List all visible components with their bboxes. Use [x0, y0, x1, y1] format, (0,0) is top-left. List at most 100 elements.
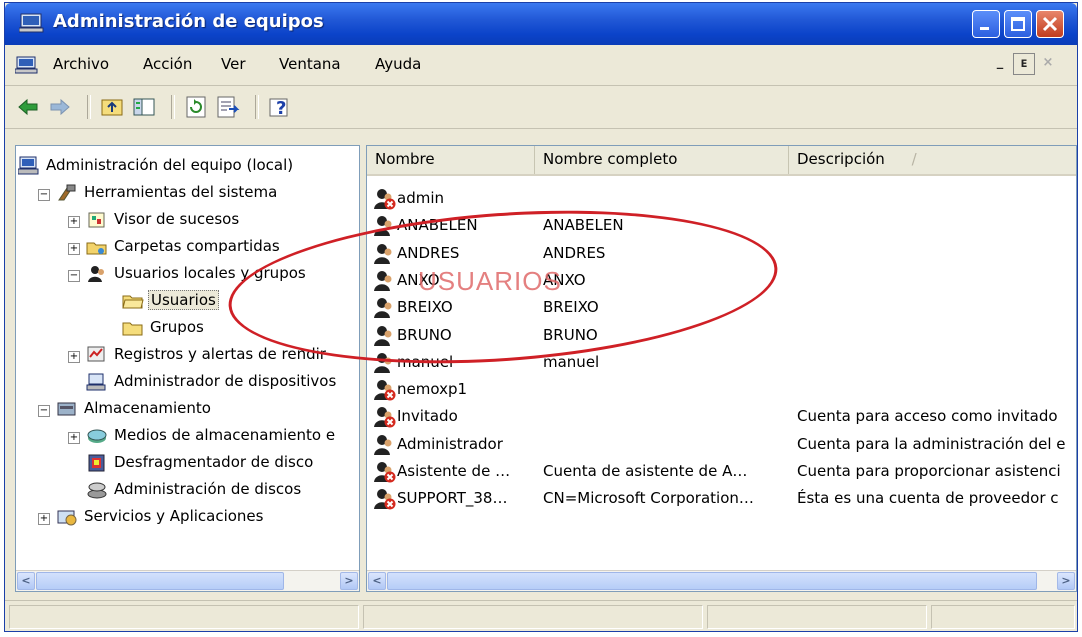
title-bar[interactable]: Administración de equipos	[5, 3, 1077, 45]
toolbar-separator	[255, 95, 259, 119]
refresh-icon[interactable]	[183, 94, 209, 120]
cell-descripcion: Cuenta para la administración del e	[797, 434, 1066, 453]
tree-item-label: Desfragmentador de disco	[114, 453, 314, 471]
disabled-user-icon	[373, 406, 397, 428]
menu-ver[interactable]: Ver	[221, 55, 246, 73]
tree-node-icon	[86, 480, 108, 500]
child-close-button[interactable]: ×	[1037, 53, 1059, 75]
list-row-user[interactable]: Invitado Cuenta para acceso como invitado	[367, 404, 1076, 431]
tree-node-icon	[86, 426, 108, 446]
status-segment	[9, 605, 359, 629]
expand-node-icon[interactable]: +	[38, 513, 50, 525]
tree-node-icon	[17, 156, 40, 176]
cell-nombre: nemoxp1	[397, 380, 468, 399]
cell-nombre-completo: CN=Microsoft Corporation…	[543, 489, 754, 508]
maximize-button[interactable]	[1004, 10, 1032, 38]
export-list-icon[interactable]	[215, 94, 241, 120]
child-minimize-button[interactable]: _	[989, 53, 1011, 75]
status-segment	[931, 605, 1075, 629]
cell-nombre: Asistente de …	[397, 462, 511, 480]
tree-item-label: Administración de discos	[114, 480, 302, 498]
tree-item-label: Usuarios	[148, 290, 219, 310]
minimize-button[interactable]	[972, 10, 1000, 38]
svg-text:?: ?	[276, 98, 286, 119]
console-tree-pane[interactable]: Administración del equipo (local) Herrami…	[15, 145, 360, 592]
tree-item-label: Medios de almacenamiento e	[114, 426, 336, 444]
tree-item-label: Carpetas compartidas	[114, 237, 280, 255]
system-menu-icon[interactable]	[15, 56, 39, 74]
toolbar: ?	[5, 86, 1077, 129]
column-header-nombre-completo[interactable]: Nombre completo	[535, 146, 789, 174]
tree-item-label: Herramientas del sistema	[84, 183, 278, 201]
cell-nombre: Invitado	[397, 407, 458, 426]
menu-ayuda[interactable]: Ayuda	[375, 55, 421, 73]
status-segment	[363, 605, 703, 629]
disabled-user-icon	[373, 488, 397, 510]
status-segment	[707, 605, 927, 629]
expand-node-icon[interactable]: +	[68, 243, 80, 255]
tree-item-label: Almacenamiento	[84, 399, 211, 417]
tree-item-label: Administrador de dispositivos	[114, 372, 337, 390]
tree-node-icon	[86, 237, 108, 257]
tree-node-icon	[122, 291, 144, 311]
cell-nombre: SUPPORT_38…	[397, 489, 508, 508]
tree-node-icon	[122, 318, 144, 338]
tree-node-icon	[56, 399, 78, 419]
list-row-user[interactable]: nemoxp1	[367, 377, 1076, 404]
details-pane[interactable]: Nombre Nombre completo Descripción / adm…	[366, 145, 1077, 592]
collapse-node-icon[interactable]: −	[68, 270, 80, 282]
cell-nombre: admin	[397, 189, 444, 207]
computer-management-icon	[19, 13, 44, 33]
window-title: Administración de equipos	[53, 11, 324, 32]
menu-accion[interactable]: Acción	[143, 55, 192, 73]
expand-node-icon[interactable]: +	[68, 216, 80, 228]
scroll-thumb[interactable]	[387, 572, 1037, 590]
list-row-user[interactable]: Administrador Cuenta para la administraci…	[367, 432, 1076, 459]
column-header-descripcion-label: Descripción	[797, 150, 885, 168]
cell-descripcion: Cuenta para proporcionar asistenci	[797, 462, 1061, 480]
tree-item-label: Administración del equipo (local)	[46, 156, 294, 174]
list-horizontal-scrollbar[interactable]: < >	[367, 570, 1076, 591]
toolbar-separator	[171, 95, 175, 119]
help-icon[interactable]: ?	[267, 94, 293, 120]
list-row-user[interactable]: Asistente de … Cuenta de asistente de A… C…	[367, 459, 1076, 486]
expand-node-icon[interactable]: +	[68, 351, 80, 363]
scroll-right-button[interactable]: >	[340, 572, 358, 590]
back-icon[interactable]	[15, 94, 41, 120]
forward-icon[interactable]	[47, 94, 73, 120]
tree-node-icon	[86, 372, 108, 392]
column-header-descripcion[interactable]: Descripción /	[789, 146, 1076, 174]
list-row-user[interactable]: SUPPORT_38… CN=Microsoft Corporation… Ésta…	[367, 486, 1076, 513]
tree-node-icon	[56, 183, 78, 203]
tree-node-icon	[56, 507, 78, 527]
disabled-user-icon	[373, 379, 397, 401]
toolbar-separator	[87, 95, 91, 119]
tree-node-icon	[86, 453, 108, 473]
collapse-node-icon[interactable]: −	[38, 189, 50, 201]
expand-node-icon[interactable]: +	[68, 432, 80, 444]
scroll-left-button[interactable]: <	[368, 572, 386, 590]
collapse-node-icon[interactable]: −	[38, 405, 50, 417]
scroll-thumb[interactable]	[36, 572, 284, 590]
scroll-right-button[interactable]: >	[1057, 572, 1075, 590]
list-row-user[interactable]: admin	[367, 186, 1076, 213]
menu-archivo[interactable]: Archivo	[53, 55, 109, 73]
tree-item-label: Visor de sucesos	[114, 210, 240, 228]
close-button[interactable]	[1036, 10, 1064, 38]
scroll-left-button[interactable]: <	[17, 572, 35, 590]
column-header-nombre[interactable]: Nombre	[367, 146, 535, 174]
annotation-label: USUARIOS	[418, 266, 562, 296]
child-restore-button[interactable]: ᴇ	[1013, 53, 1035, 75]
show-hide-tree-icon[interactable]	[131, 94, 157, 120]
menu-bar: Archivo Acción Ver Ventana Ayuda _ ᴇ ×	[5, 45, 1077, 86]
cell-descripcion: Cuenta para acceso como invitado	[797, 407, 1058, 426]
cell-nombre: Administrador	[397, 434, 503, 453]
menu-ventana[interactable]: Ventana	[279, 55, 341, 73]
cell-nombre-completo: manuel	[543, 352, 600, 371]
up-folder-icon[interactable]	[99, 94, 125, 120]
tree-item-label: Grupos	[150, 318, 204, 336]
tree-node-icon	[86, 210, 108, 230]
tree-horizontal-scrollbar[interactable]: < >	[16, 570, 359, 591]
status-bar	[5, 600, 1077, 631]
disabled-user-icon	[373, 188, 397, 210]
